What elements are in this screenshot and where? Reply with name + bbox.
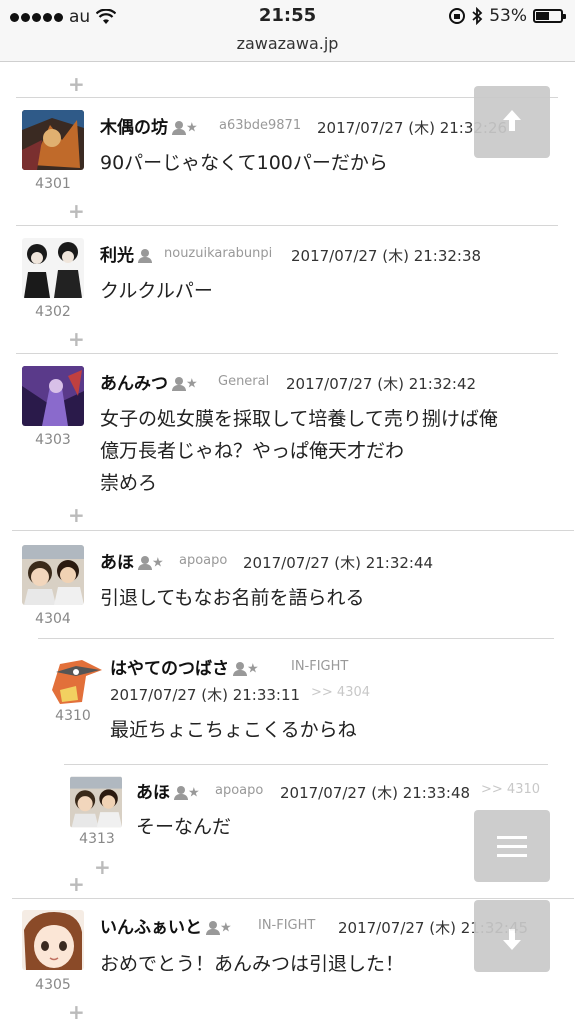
avatar[interactable] bbox=[46, 650, 108, 710]
avatar[interactable] bbox=[22, 366, 84, 426]
post-number: 4310 bbox=[55, 708, 91, 724]
avatar[interactable] bbox=[22, 110, 84, 170]
add-reply-button[interactable]: + bbox=[68, 1002, 85, 1022]
battery-percent: 53% bbox=[489, 6, 527, 26]
avatar[interactable] bbox=[70, 776, 122, 828]
poster-id: a63bde9871 bbox=[219, 118, 302, 133]
add-reply-button[interactable]: + bbox=[68, 505, 85, 525]
post-number: 4302 bbox=[35, 304, 71, 320]
menu-icon-line bbox=[497, 854, 527, 857]
post-date: 2017/07/27 (木) 21:33:48 bbox=[280, 784, 471, 802]
user-icon bbox=[206, 921, 220, 935]
poster-name: あんみつ ★ bbox=[100, 374, 198, 394]
user-icon bbox=[174, 786, 188, 800]
post-body: そーなんだ bbox=[136, 816, 232, 838]
post-date: 2017/07/27 (木) 21:33:11 bbox=[110, 686, 301, 704]
poster-id: nouzuikarabunpi bbox=[164, 246, 273, 261]
poster-name: はやてのつばさ ★ bbox=[110, 659, 259, 679]
post-date: 2017/07/27 (木) 21:32:44 bbox=[243, 554, 434, 572]
user-icon bbox=[138, 556, 152, 570]
add-reply-button[interactable]: + bbox=[94, 857, 111, 877]
post-body: 90パーじゃなくて100パーだから bbox=[100, 152, 388, 174]
star-icon: ★ bbox=[247, 661, 259, 677]
poster-id: IN-FIGHT bbox=[291, 659, 349, 674]
divider bbox=[38, 638, 554, 639]
reply-link[interactable]: >> 4304 bbox=[311, 685, 370, 700]
add-reply-button[interactable]: + bbox=[68, 74, 85, 94]
user-icon bbox=[233, 662, 247, 676]
poster-name: いんふぁいと ★ bbox=[100, 918, 232, 938]
post-date: 2017/07/27 (木) 21:32:38 bbox=[291, 247, 482, 265]
divider bbox=[12, 530, 574, 531]
star-icon: ★ bbox=[186, 376, 198, 392]
post-number: 4313 bbox=[79, 831, 115, 847]
menu-icon bbox=[497, 836, 527, 839]
star-icon: ★ bbox=[220, 920, 232, 936]
battery-fill bbox=[536, 12, 549, 20]
post-body: 最近ちょこちょこくるからね bbox=[110, 719, 357, 741]
scroll-top-button[interactable] bbox=[474, 86, 550, 158]
divider bbox=[64, 764, 548, 765]
scroll-bottom-button[interactable] bbox=[474, 900, 550, 972]
avatar[interactable] bbox=[22, 545, 84, 605]
user-icon bbox=[172, 121, 186, 135]
post-number: 4304 bbox=[35, 611, 71, 627]
status-bar: au 21:55 53% bbox=[0, 0, 575, 32]
reply-link[interactable]: >> 4310 bbox=[481, 782, 540, 797]
menu-icon-line bbox=[497, 845, 527, 848]
poster-name: あほ ★ bbox=[100, 553, 164, 573]
post-body: おめでとう！あんみつは引退した！ bbox=[100, 953, 405, 975]
url-bar[interactable]: zawazawa.jp bbox=[0, 32, 575, 62]
poster-id: apoapo bbox=[215, 783, 264, 798]
post-number: 4305 bbox=[35, 977, 71, 993]
divider bbox=[16, 225, 558, 226]
avatar[interactable] bbox=[22, 910, 84, 970]
poster-id: apoapo bbox=[179, 553, 228, 568]
star-icon: ★ bbox=[186, 120, 198, 136]
poster-name: あほ ★ bbox=[136, 783, 200, 803]
avatar[interactable] bbox=[22, 238, 84, 298]
poster-name: 木偶の坊 ★ bbox=[100, 118, 198, 138]
arrow-down-icon bbox=[503, 940, 521, 950]
user-icon bbox=[138, 249, 152, 263]
post-date: 2017/07/27 (木) 21:32:42 bbox=[286, 375, 477, 393]
poster-id: IN-FIGHT bbox=[258, 918, 316, 933]
poster-name: 利光 bbox=[100, 241, 152, 266]
divider bbox=[12, 898, 574, 899]
post-body: 引退してもなお名前を語られる bbox=[100, 587, 365, 609]
rotation-lock-icon bbox=[449, 8, 466, 24]
url-text: zawazawa.jp bbox=[236, 34, 339, 53]
status-right: 53% bbox=[449, 6, 566, 26]
post-number: 4303 bbox=[35, 432, 71, 448]
add-reply-button[interactable]: + bbox=[68, 329, 85, 349]
post-body: 女子の処女膜を採取して培養して売り捌けば俺 億万長者じゃね？やっぱ俺天才だわ 崇… bbox=[100, 408, 498, 494]
bluetooth-icon bbox=[472, 7, 483, 25]
star-icon: ★ bbox=[152, 555, 164, 571]
star-icon: ★ bbox=[188, 785, 200, 801]
menu-button[interactable] bbox=[474, 810, 550, 882]
user-icon bbox=[172, 377, 186, 391]
add-reply-button[interactable]: + bbox=[68, 874, 85, 894]
poster-id: General bbox=[218, 374, 270, 389]
divider bbox=[16, 353, 558, 354]
battery-icon bbox=[533, 9, 566, 23]
post-body: クルクルパー bbox=[100, 280, 213, 302]
post-number: 4301 bbox=[35, 176, 71, 192]
add-reply-button[interactable]: + bbox=[68, 201, 85, 221]
arrow-up-stem bbox=[509, 119, 515, 131]
